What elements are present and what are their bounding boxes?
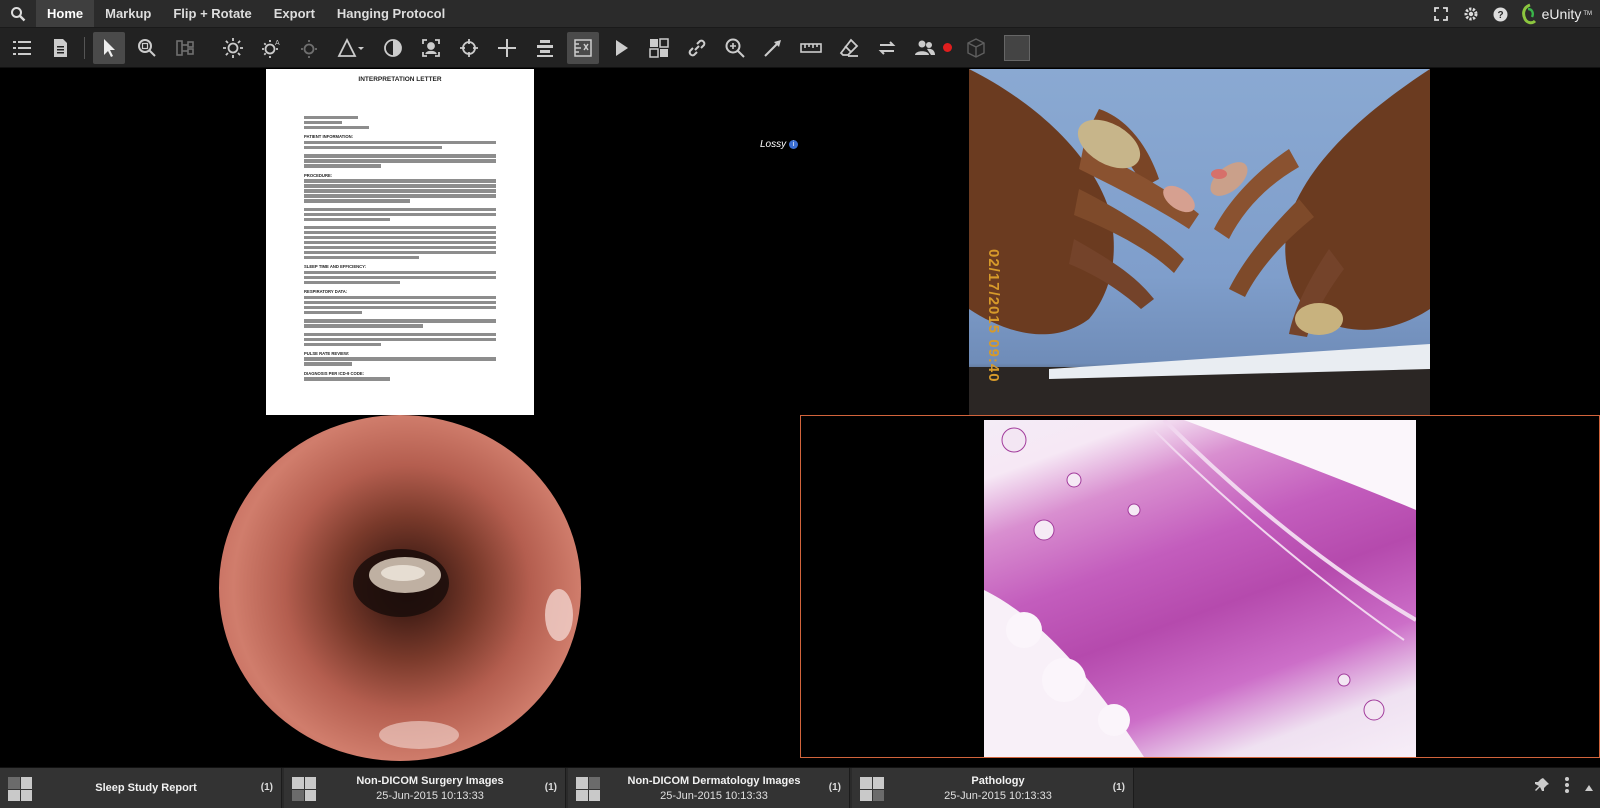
series-surgery[interactable]: Non-DICOM Surgery Images 25-Jun-2015 10:… [284,768,566,808]
svg-text:A: A [275,40,280,47]
tab-export[interactable]: Export [263,0,326,27]
layout-thumb-icon [576,777,600,801]
layout-thumb-icon [292,777,316,801]
viewport-dermatology[interactable]: 02/17/2015 09:40 [800,69,1600,415]
cine-play-icon[interactable] [605,32,637,64]
toolbar: A [0,28,1600,68]
series-date: 25-Jun-2015 10:13:33 [944,790,1052,802]
menu-right: ? eUnity TM [1426,0,1600,28]
series-count: (1) [1112,782,1125,793]
record-indicator [943,43,952,52]
series-title: Non-DICOM Surgery Images [356,775,504,787]
collapse-up-icon[interactable] [1584,779,1594,797]
doc-heading-procedure: PROCEDURE: [304,172,333,178]
series-bar-controls [1534,776,1594,799]
report-icon[interactable] [44,32,76,64]
series-date: 25-Jun-2015 10:13:33 [660,790,768,802]
dermatology-photo [969,69,1430,415]
eunity-logo-icon [1521,3,1536,25]
menu-bar: Home Markup Flip + Rotate Export Hanging… [0,0,1600,28]
zoom-fit-icon[interactable] [131,32,163,64]
viewport-sleep-study[interactable]: INTERPRETATION LETTER PATIENT INFORMATIO… [0,69,800,415]
doc-heading-diagnosis: DIAGNOSIS PER ICD-9 CODE: [304,370,365,376]
series-sleep-study[interactable]: Sleep Study Report (1) [0,768,282,808]
brand-logo: eUnity TM [1516,3,1600,25]
triangle-shape-icon[interactable] [331,32,371,64]
layout-thumb-icon [860,777,884,801]
series-dermatology[interactable]: Non-DICOM Dermatology Images 25-Jun-2015… [568,768,850,808]
window-preset-icon[interactable] [293,32,325,64]
document-title: INTERPRETATION LETTER [358,76,442,83]
pointer-icon[interactable] [93,31,125,64]
auto-window-icon[interactable]: A [255,32,287,64]
pathology-image [984,420,1416,757]
series-title: Sleep Study Report [95,782,197,794]
lossy-indicator: Lossy i [760,139,799,150]
series-pathology[interactable]: Pathology 25-Jun-2015 10:13:33 (1) [852,768,1134,808]
tab-flip-rotate[interactable]: Flip + Rotate [162,0,262,27]
plus-cursor-icon[interactable] [491,32,523,64]
cube-icon[interactable] [960,32,992,64]
magnify-icon[interactable] [719,32,751,64]
series-title: Pathology [971,775,1025,787]
brand-tm: TM [1583,11,1592,17]
brand-name: eUnity [1541,6,1582,22]
collaborate-icon[interactable] [909,32,941,64]
invert-icon[interactable] [377,32,409,64]
help-icon[interactable]: ? [1486,7,1516,22]
image-viewer: INTERPRETATION LETTER PATIENT INFORMATIO… [0,69,1600,767]
viewport-surgery[interactable] [0,415,800,767]
tile-icon[interactable] [643,32,675,64]
doc-heading-respiratory: RESPIRATORY DATA: [304,289,348,295]
sync-icon[interactable] [871,32,903,64]
series-count: (1) [544,782,557,793]
svg-text:?: ? [1498,10,1504,21]
fullscreen-icon[interactable] [1426,7,1456,21]
series-date: 25-Jun-2015 10:13:33 [376,790,484,802]
portrait-icon[interactable] [415,32,447,64]
lossy-label: Lossy [760,139,787,150]
search-icon[interactable] [0,0,36,27]
doc-heading-pulse: PULSE RATE REVIEW: [304,350,350,356]
layout-thumb-icon [8,777,32,801]
ruler-icon[interactable] [795,32,827,64]
ruler-calibrate-icon[interactable] [567,31,599,64]
doc-heading-sleep-time: SLEEP TIME AND EFFICIENCY: [304,264,367,270]
link-icon[interactable] [681,32,713,64]
layout-square-button[interactable] [1004,34,1030,61]
gear-icon[interactable] [1456,6,1486,22]
tab-home[interactable]: Home [36,0,95,27]
pin-icon[interactable] [1534,777,1550,798]
series-count: (1) [828,782,841,793]
tab-markup[interactable]: Markup [94,0,162,27]
endoscopy-image [219,415,581,761]
arrow-icon[interactable] [757,32,789,64]
doc-heading-patient: PATIENT INFORMATION: [304,134,354,140]
crosshair-icon[interactable] [453,32,485,64]
photo-timestamp: 02/17/2015 09:40 [985,249,1002,383]
toolbar-divider [84,36,85,59]
document-page: INTERPRETATION LETTER PATIENT INFORMATIO… [266,69,534,415]
brightness-icon[interactable] [217,32,249,64]
hands-image [969,69,1430,415]
stack-icon[interactable] [529,32,561,64]
series-bar: Sleep Study Report (1) Non-DICOM Surgery… [0,767,1600,808]
layout-icon[interactable] [169,32,201,64]
eraser-icon[interactable] [833,32,865,64]
tab-hanging-protocol[interactable]: Hanging Protocol [326,0,456,27]
viewport-pathology[interactable] [800,415,1600,758]
series-list-icon[interactable] [6,32,38,64]
info-icon[interactable]: i [789,140,799,149]
series-count: (1) [260,782,273,793]
series-title: Non-DICOM Dermatology Images [627,775,801,787]
more-menu-icon[interactable] [1564,776,1570,799]
